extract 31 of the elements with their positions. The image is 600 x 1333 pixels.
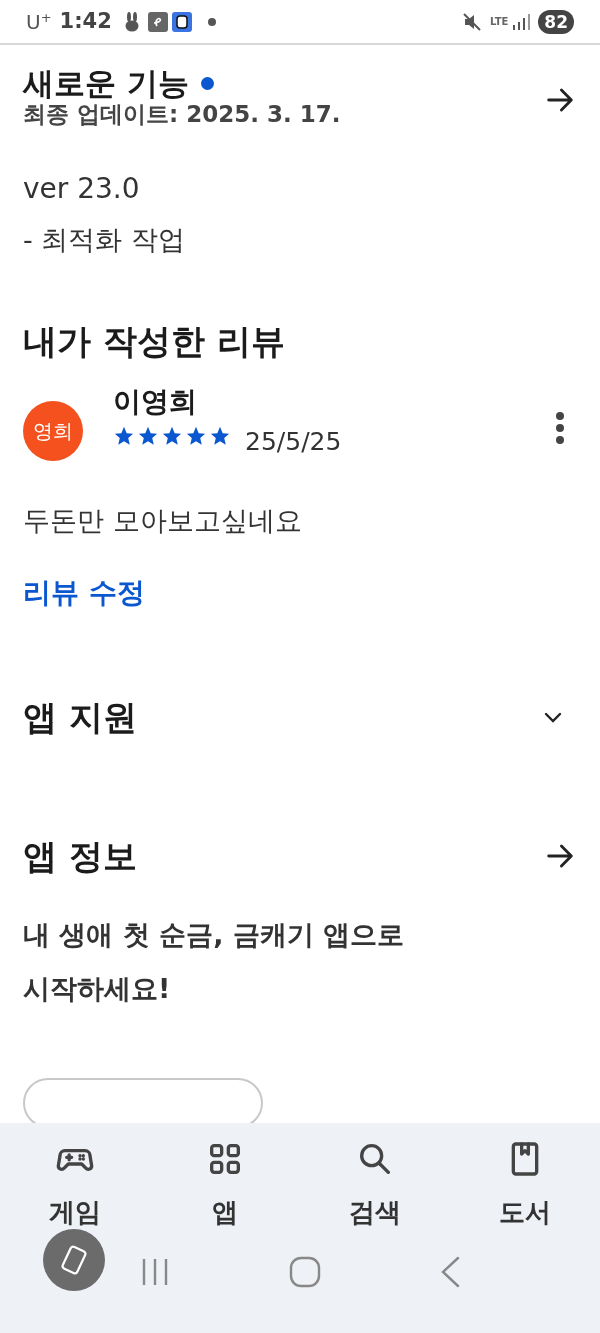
clock: 1:42 [59,7,112,35]
avatar: 영희 [23,401,83,461]
section-title: 앱 정보 [23,834,137,878]
app-description: 내 생애 첫 순금, 금캐기 앱으로 시작하세요! [23,917,406,1006]
rabbit-icon [123,11,140,32]
phone-icon [58,1244,90,1276]
more-options-icon[interactable] [555,411,565,445]
section-title: 앱 지원 [23,695,137,739]
carrier-label: U$^{+}$ [26,8,52,36]
edit-review-link[interactable]: 리뷰 수정 [23,571,145,614]
review-text: 두돈만 모아보고싶네요 [23,504,303,538]
nav-tab[interactable]: 도서 [450,1139,600,1232]
mute-icon [461,11,482,32]
battery-indicator: 82 [538,9,574,34]
reviewer-name: 이영희 [113,384,198,420]
home-icon[interactable] [289,1256,321,1288]
back-icon[interactable] [440,1256,461,1288]
signal-icon [512,13,531,30]
review-date: 25/5/25 [245,426,342,458]
nav-tab[interactable]: 검색 [300,1139,450,1232]
nav-tab[interactable]: 앱 [150,1139,300,1232]
section-title: 내가 작성한 리뷰 [23,320,286,363]
app-notification-icon [147,11,168,32]
version-text: ver 23.0 [23,170,141,207]
nav-tab[interactable]: 게임 [0,1139,150,1232]
section-title: 새로운 기능 [23,63,189,103]
release-notes: - 최적화 작업 [23,222,186,257]
network-label: LTE [489,15,509,29]
update-date: 최종 업데이트: 2025. 3. 17. [23,100,341,129]
b-app-icon [171,11,192,32]
dot-icon [207,17,216,26]
